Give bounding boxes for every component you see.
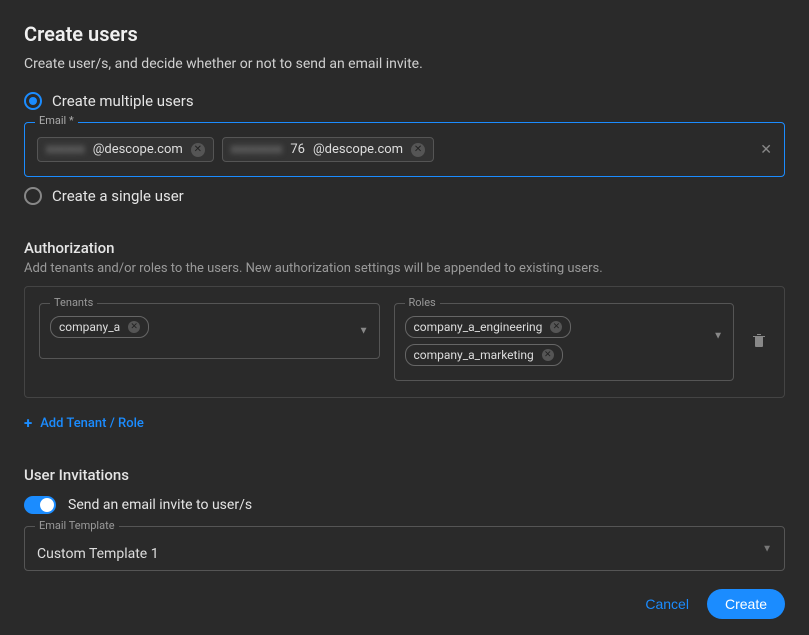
role-chip[interactable]: company_a_marketing ✕ [405,344,563,366]
remove-chip-icon[interactable]: ✕ [128,321,140,333]
role-chip[interactable]: company_a_engineering ✕ [405,316,572,338]
dialog-subtitle: Create user/s, and decide whether or not… [24,56,785,72]
email-template-select[interactable]: Email Template Custom Template 1 ▼ [24,526,785,571]
chevron-down-icon: ▼ [359,326,369,337]
remove-chip-icon[interactable]: ✕ [411,143,425,157]
send-invite-toggle-row: Send an email invite to user/s [24,496,785,514]
authorization-title: Authorization [24,239,785,257]
tenants-select[interactable]: Tenants company_a ✕ ▼ [39,303,380,359]
radio-label: Create a single user [52,187,184,205]
tenants-legend: Tenants [50,296,97,309]
tenant-chip-label: company_a [59,320,120,334]
email-chip-text: @descope.com [93,142,183,157]
create-users-dialog: Create users Create user/s, and decide w… [0,0,809,635]
tenant-chip[interactable]: company_a ✕ [50,316,149,338]
email-template-legend: Email Template [35,519,119,532]
email-chip-blurred: xxxxxxxx [231,142,283,157]
radio-icon [24,187,42,205]
remove-chip-icon[interactable]: ✕ [542,349,554,361]
invitations-title: User Invitations [24,466,785,484]
plus-icon: + [24,414,32,432]
chevron-down-icon: ▼ [762,543,772,554]
authorization-row: Tenants company_a ✕ ▼ Roles company_a_en… [24,286,785,398]
add-tenant-role-button[interactable]: + Add Tenant / Role [24,414,785,432]
role-chip-label: company_a_marketing [414,348,534,362]
dialog-title: Create users [24,22,785,46]
cancel-button[interactable]: Cancel [645,589,689,619]
clear-all-icon[interactable]: ✕ [760,142,772,158]
email-chip[interactable]: xxxxxx @descope.com ✕ [37,137,214,162]
radio-create-single[interactable]: Create a single user [24,187,785,205]
add-link-label: Add Tenant / Role [40,416,144,431]
email-legend: Email * [35,114,78,127]
delete-authorization-row-button[interactable] [748,328,770,356]
email-chips: xxxxxx @descope.com ✕ xxxxxxxx 76 @descope.… [37,137,772,162]
trash-icon [752,332,766,348]
email-chip[interactable]: xxxxxxxx 76 @descope.com ✕ [222,137,434,162]
roles-legend: Roles [405,296,440,309]
toggle-label: Send an email invite to user/s [68,497,252,513]
radio-icon [24,92,42,110]
send-invite-toggle[interactable] [24,496,56,514]
dialog-footer: Cancel Create [24,571,785,619]
email-template-value: Custom Template 1 [37,546,159,562]
roles-select[interactable]: Roles company_a_engineering ✕ company_a_… [394,303,735,381]
email-chip-suffix: @descope.com [313,142,403,157]
remove-chip-icon[interactable]: ✕ [191,143,205,157]
chevron-down-icon: ▼ [713,330,723,341]
radio-label: Create multiple users [52,92,194,110]
role-chip-label: company_a_engineering [414,320,543,334]
email-chip-text: 76 [290,142,305,157]
authorization-desc: Add tenants and/or roles to the users. N… [24,261,785,276]
create-button[interactable]: Create [707,589,785,619]
email-chip-blurred: xxxxxx [46,142,85,157]
remove-chip-icon[interactable]: ✕ [550,321,562,333]
radio-create-multiple[interactable]: Create multiple users [24,92,785,110]
email-input-field[interactable]: Email * xxxxxx@descope.com ✕ xxxxxxxx76@… [24,122,785,177]
